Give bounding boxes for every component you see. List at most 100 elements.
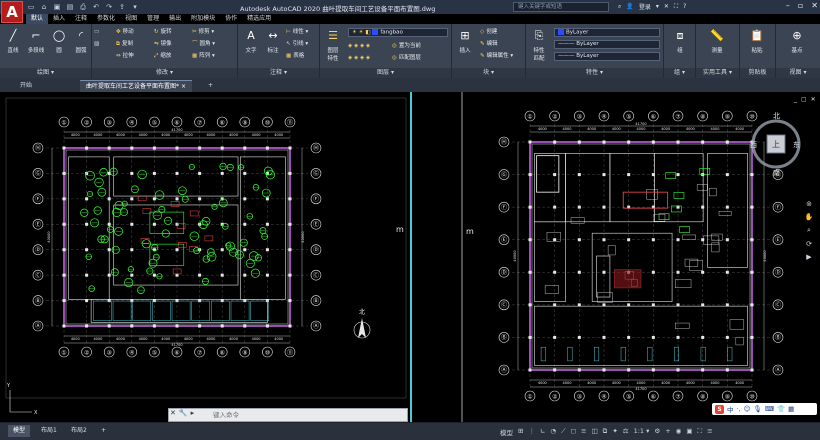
isolate-icon[interactable]: ◉ <box>676 427 682 437</box>
ime-keyboard-icon[interactable]: ⌨ <box>765 405 774 413</box>
annotation-scale-icon[interactable]: ⚖ <box>623 427 629 437</box>
settings-gear-icon[interactable]: ⚙ <box>654 427 660 437</box>
ime-punct-icon[interactable]: ·, <box>737 405 741 413</box>
orbit-icon[interactable]: ⟳ <box>806 240 812 248</box>
panel-layers-title[interactable]: 图层 ▾ <box>320 68 451 78</box>
viewcube-west[interactable]: 西 <box>750 140 757 150</box>
ribbon-tab-4[interactable]: 视图 <box>120 14 142 24</box>
model-tab[interactable]: 模型 <box>8 425 31 437</box>
full-nav-wheel-icon[interactable]: ⊚ <box>806 200 812 208</box>
linetype-dropdown[interactable]: ——— ByLayer <box>554 40 660 49</box>
login-button[interactable]: 登录 <box>639 2 651 11</box>
insert-button[interactable]: ⊞ 插入 <box>454 28 476 54</box>
viewcube-top[interactable]: 上 <box>772 139 780 150</box>
pan-icon[interactable]: ✋ <box>805 213 814 221</box>
lineweight-icon[interactable]: ≡ <box>581 427 586 437</box>
ime-mic-icon[interactable]: 🎙 <box>753 405 761 413</box>
polar-icon[interactable]: ◔ <box>550 427 556 437</box>
isodraft-icon[interactable]: ⟋ <box>561 427 566 437</box>
polyline-button[interactable]: ⌐ 多段线 <box>25 28 47 54</box>
panel-view-title[interactable]: 视图 ▾ <box>776 68 820 78</box>
color-dropdown[interactable]: ByLayer <box>554 28 660 37</box>
ribbon-tab-6[interactable]: 输出 <box>164 14 186 24</box>
save-icon[interactable]: ▣ <box>52 2 62 12</box>
hardware-icon[interactable]: ▣ <box>686 427 692 437</box>
match-properties-button[interactable]: ⎘ 特性 匹配 <box>528 28 550 62</box>
rotate-button[interactable]: ↻ 旋转 <box>154 28 172 36</box>
copy-button[interactable]: ⧉ 复制 <box>116 40 133 48</box>
add-layout-icon[interactable]: + <box>96 425 111 437</box>
panel-modify-title[interactable]: 修改 ▾ <box>92 68 237 78</box>
open-icon[interactable]: ⌂ <box>39 2 49 12</box>
layer-tools-row2[interactable]: ◈ ◈ ◈ ◈ <box>348 54 372 62</box>
match-layer-button[interactable]: ◎ 匹配图层 <box>392 54 421 62</box>
edit-attributes-button[interactable]: ✎ 编辑属性 ▾ <box>480 52 513 60</box>
viewport-control-2[interactable]: ✕ <box>811 96 816 103</box>
ime-grid-icon[interactable]: ▦ <box>788 405 794 413</box>
trim-button[interactable]: ✂ 修剪 ▾ <box>192 28 214 36</box>
cart-icon[interactable]: ▾ <box>656 3 659 10</box>
exchange-icon[interactable]: ✕ <box>664 3 669 10</box>
close-icon[interactable]: ✕ <box>811 1 818 10</box>
object-snap-icon[interactable]: ◻ <box>571 427 576 437</box>
panel-draw-title[interactable]: 绘图 ▾ <box>0 68 91 78</box>
draw-extra-icons-2[interactable]: ▨ <box>94 40 101 48</box>
plot-icon[interactable]: ⎙ <box>78 2 88 12</box>
redo-icon[interactable]: ↷ <box>104 2 114 12</box>
new-icon[interactable]: ▭ <box>26 2 36 12</box>
customize-icon[interactable]: ≡ <box>707 427 712 437</box>
move-button[interactable]: ✥ 移动 <box>116 28 134 36</box>
basepoint-button[interactable]: ⊕ 基点 <box>786 28 808 54</box>
qat-dropdown-icon[interactable]: ▾ <box>130 2 140 12</box>
layout2-tab[interactable]: 布局2 <box>66 425 92 437</box>
scale-value[interactable]: 1:1 ▾ <box>634 427 650 437</box>
panel-clipboard-title[interactable]: 剪贴板 <box>740 68 775 78</box>
ribbon-tab-8[interactable]: 协作 <box>220 14 242 24</box>
command-input[interactable]: 键入命令 <box>168 408 408 422</box>
close-command-icon[interactable]: ✕ <box>170 409 176 417</box>
ribbon-tab-1[interactable]: 插入 <box>48 14 70 24</box>
layer-tools-row1[interactable]: ◈ ◈ ◈ ◈ <box>348 42 372 50</box>
ribbon-tab-2[interactable]: 注释 <box>70 14 92 24</box>
table-button[interactable]: ▦ 表格 <box>286 52 304 60</box>
dimension-button[interactable]: ↔ 标注 <box>262 28 284 54</box>
scale-button[interactable]: ⤢ 缩放 <box>154 52 171 60</box>
ribbon-tab-7[interactable]: 附加模块 <box>186 14 220 24</box>
model-space-label[interactable]: 模型 <box>500 427 513 437</box>
edit-block-button[interactable]: ✎ 编辑 <box>480 40 498 48</box>
saveas-icon[interactable]: ▤ <box>65 2 75 12</box>
ime-emoji-icon[interactable]: ☺ <box>744 405 751 413</box>
ribbon-tab-9[interactable]: 精选应用 <box>242 14 276 24</box>
leader-button[interactable]: ↖ 引线 ▾ <box>286 40 308 48</box>
circle-button[interactable]: ◯ 圆 <box>48 28 70 54</box>
showmotion-icon[interactable]: ▶ <box>806 253 811 261</box>
panel-groups-title[interactable]: 组 ▾ <box>664 68 695 78</box>
snap-icon[interactable]: ⋮ <box>528 427 535 437</box>
lineweight-dropdown[interactable]: ——— ByLayer <box>554 52 660 61</box>
viewcube-north[interactable]: 北 <box>773 111 780 121</box>
minimize-icon[interactable]: – <box>786 1 790 10</box>
app-logo[interactable]: A <box>1 1 23 23</box>
start-tab[interactable]: 开始 <box>14 80 38 92</box>
undo-icon[interactable]: ↶ <box>91 2 101 12</box>
search-input[interactable]: 键入关键字或短语 <box>513 2 609 12</box>
fullscreen-icon[interactable]: ⛶ <box>698 427 703 437</box>
paste-button[interactable]: 📋 粘贴 <box>746 28 768 54</box>
ime-mode[interactable]: 中 <box>727 404 734 414</box>
viewport-control-1[interactable]: ▢ <box>801 96 807 103</box>
close-tab-icon[interactable]: × <box>181 83 186 90</box>
ribbon-tab-5[interactable]: 管理 <box>142 14 164 24</box>
layout1-tab[interactable]: 布局1 <box>36 425 62 437</box>
layer-dropdown[interactable]: ☀ ☀ ◧ fangbao <box>348 28 448 37</box>
arc-button[interactable]: ◜ 圆弧 <box>70 28 92 54</box>
group-button[interactable]: ⧈ 组 <box>669 28 691 54</box>
text-button[interactable]: A 文字 <box>240 28 262 54</box>
plus-icon[interactable]: + <box>665 427 670 437</box>
search-icon[interactable]: ⌕ <box>618 3 621 11</box>
array-button[interactable]: ▦ 阵列 ▾ <box>192 52 215 60</box>
measure-button[interactable]: 📏 测量 <box>706 28 728 54</box>
ribbon-tab-3[interactable]: 参数化 <box>92 14 120 24</box>
ortho-icon[interactable]: ∟ <box>540 427 545 437</box>
customize-command-icon[interactable]: 🔧 <box>179 409 188 417</box>
line-button[interactable]: ╱ 直线 <box>2 28 24 54</box>
